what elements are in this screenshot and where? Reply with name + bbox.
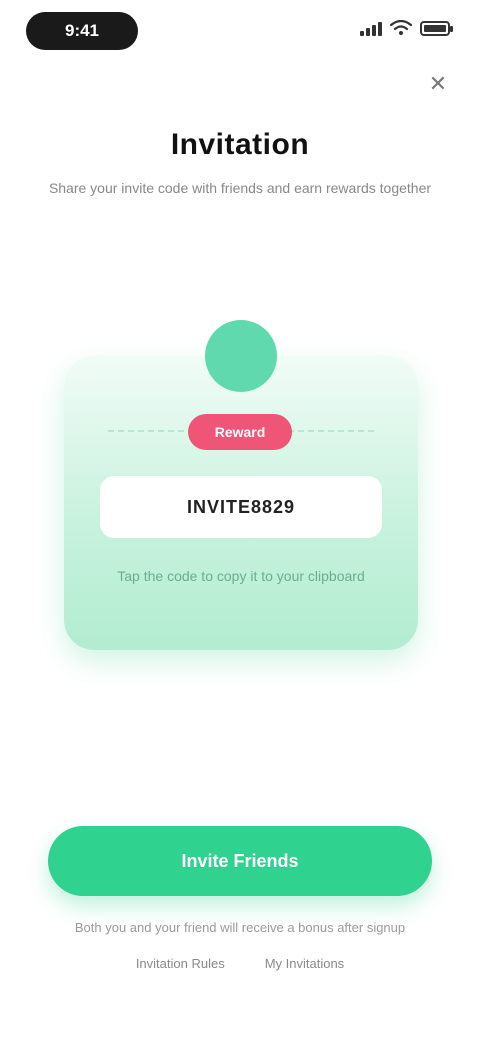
close-button[interactable]: ✕ — [422, 68, 454, 100]
rules-link[interactable]: Invitation Rules — [136, 956, 225, 971]
status-icons — [360, 20, 453, 36]
status-bar: 9:41 — [0, 0, 480, 64]
invite-screen: 9:41 ✕ Invitation Share your invite code… — [0, 0, 480, 1040]
signal-icon — [360, 20, 382, 36]
records-link[interactable]: My Invitations — [265, 956, 344, 971]
page-header: Invitation Share your invite code with f… — [0, 128, 480, 196]
invite-code[interactable]: INVITE8829 — [100, 476, 382, 538]
battery-icon — [420, 20, 453, 36]
invite-card: Reward INVITE8829 Tap the code to copy i… — [64, 320, 418, 650]
reward-badge: Reward — [188, 414, 292, 450]
battery-level — [424, 24, 446, 32]
card-note: Tap the code to copy it to your clipboar… — [117, 568, 365, 584]
close-icon: ✕ — [428, 71, 448, 96]
wifi-icon — [390, 20, 412, 35]
page-title: Invitation — [170, 128, 310, 161]
footer-links: Invitation Rules My Invitations — [0, 956, 480, 971]
footer-note: Both you and your friend will receive a … — [74, 920, 406, 935]
invite-card-body: Reward INVITE8829 Tap the code to copy i… — [64, 356, 418, 650]
page-subtitle: Share your invite code with friends and … — [48, 180, 432, 196]
status-time: 9:41 — [26, 12, 138, 50]
avatar — [205, 320, 277, 392]
invite-friends-button[interactable]: Invite Friends — [48, 826, 432, 896]
